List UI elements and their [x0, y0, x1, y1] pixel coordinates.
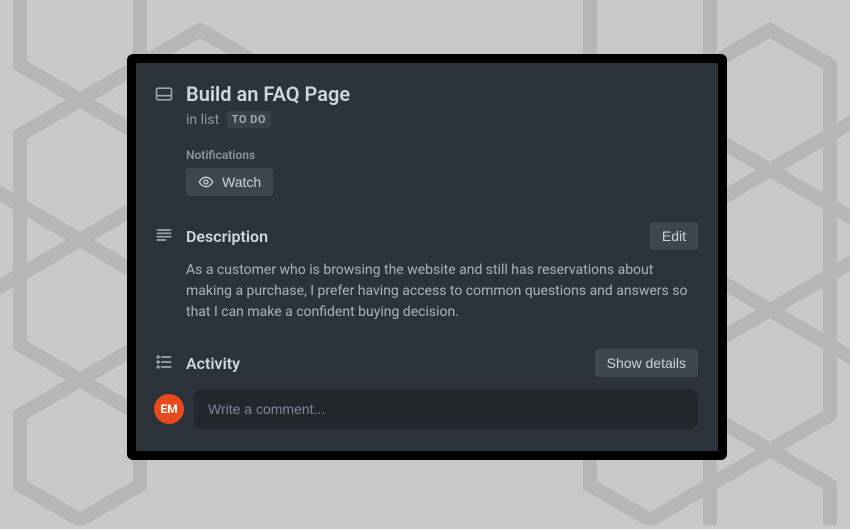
card-icon — [154, 81, 186, 104]
list-badge[interactable]: TO DO — [227, 111, 271, 128]
watch-button-label: Watch — [222, 174, 261, 190]
card-modal: Build an FAQ Page in list TO DO Notifica… — [127, 54, 727, 460]
card-list-line: in list TO DO — [186, 111, 698, 128]
description-heading: Description — [186, 227, 268, 246]
list-prefix: in list — [186, 112, 219, 128]
card-title[interactable]: Build an FAQ Page — [186, 81, 698, 107]
activity-section: Activity Show details EM — [154, 349, 698, 429]
show-details-button[interactable]: Show details — [595, 349, 698, 377]
title-row: Build an FAQ Page in list TO DO Notifica… — [154, 81, 698, 196]
activity-icon — [154, 349, 186, 372]
card-panel: Build an FAQ Page in list TO DO Notifica… — [136, 63, 718, 451]
eye-icon — [198, 174, 214, 190]
comment-input[interactable] — [194, 389, 698, 429]
description-section: Description Edit As a customer who is br… — [154, 222, 698, 323]
avatar[interactable]: EM — [154, 394, 184, 424]
notifications-label: Notifications — [186, 148, 698, 162]
description-icon — [154, 222, 186, 245]
activity-heading: Activity — [186, 354, 240, 373]
watch-button[interactable]: Watch — [186, 168, 273, 196]
show-details-label: Show details — [607, 355, 686, 371]
notifications-block: Notifications Watch — [186, 148, 698, 196]
edit-button-label: Edit — [662, 228, 686, 244]
edit-description-button[interactable]: Edit — [650, 222, 698, 250]
description-body[interactable]: As a customer who is browsing the websit… — [186, 260, 698, 323]
